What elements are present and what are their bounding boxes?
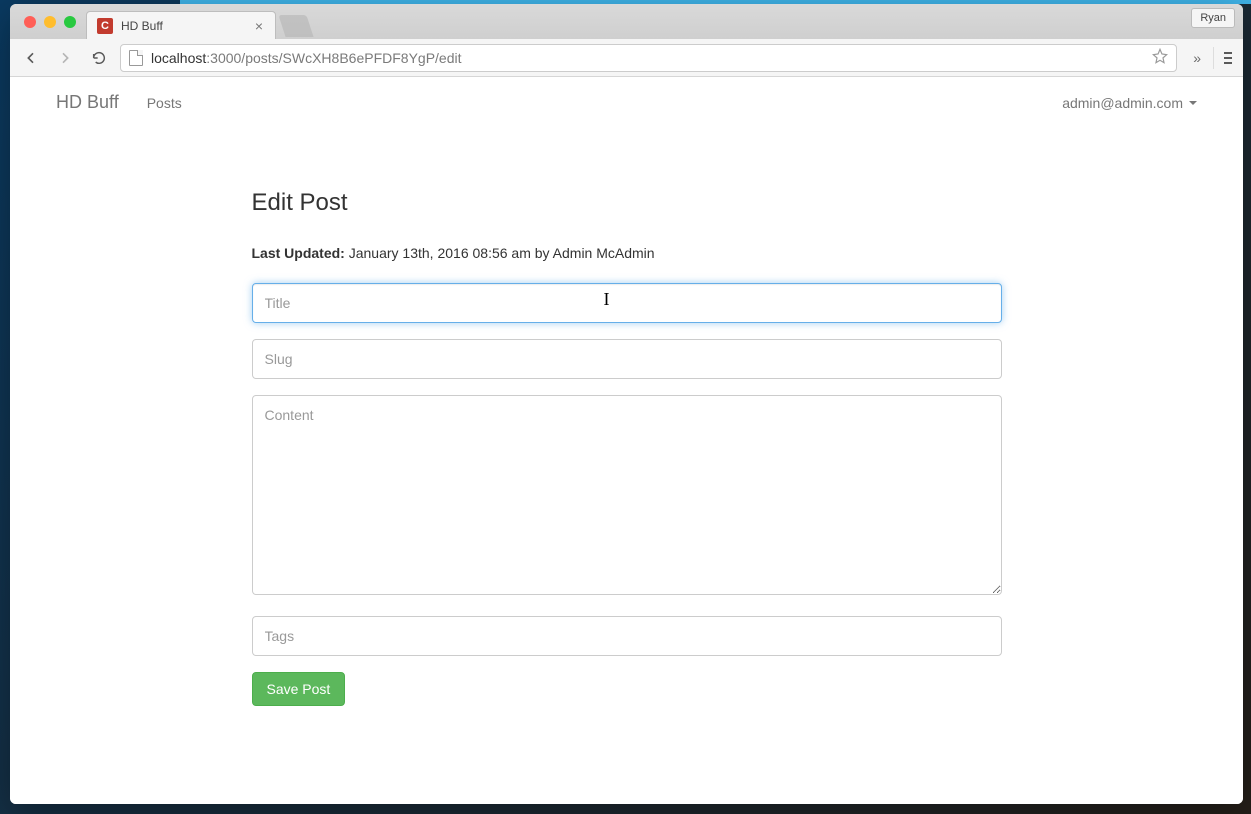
forward-button[interactable]	[52, 45, 78, 71]
close-tab-button[interactable]: ×	[253, 19, 265, 33]
minimize-window-button[interactable]	[44, 16, 56, 28]
close-window-button[interactable]	[24, 16, 36, 28]
last-updated-value: January 13th, 2016 08:56 am by Admin McA…	[345, 245, 655, 261]
page-icon	[129, 50, 143, 66]
user-email: admin@admin.com	[1062, 95, 1183, 111]
window-controls	[18, 4, 82, 39]
caret-down-icon	[1189, 101, 1197, 105]
reload-button[interactable]	[86, 45, 112, 71]
browser-tab[interactable]: C HD Buff ×	[86, 11, 276, 39]
page-viewport: HD Buff Posts admin@admin.com Edit Post …	[10, 77, 1243, 804]
app-navbar: HD Buff Posts admin@admin.com	[10, 77, 1243, 129]
main-content: Edit Post Last Updated: January 13th, 20…	[252, 129, 1002, 746]
slug-input[interactable]	[252, 339, 1002, 379]
favicon-icon: C	[97, 18, 113, 34]
browser-toolbar: localhost:3000/posts/SWcXH8B6ePFDF8YgP/e…	[10, 39, 1243, 77]
url-host: localhost	[151, 50, 206, 66]
tags-input[interactable]	[252, 616, 1002, 656]
page-title: Edit Post	[252, 189, 1002, 217]
url-path: :3000/posts/SWcXH8B6ePFDF8YgP/edit	[206, 50, 461, 66]
browser-menu-button[interactable]	[1213, 47, 1235, 69]
address-bar[interactable]: localhost:3000/posts/SWcXH8B6ePFDF8YgP/e…	[120, 44, 1177, 72]
save-post-button[interactable]: Save Post	[252, 672, 346, 706]
browser-profile-chip[interactable]: Ryan	[1191, 8, 1235, 28]
maximize-window-button[interactable]	[64, 16, 76, 28]
content-textarea[interactable]	[252, 395, 1002, 595]
browser-window: C HD Buff × Ryan localhost:3000/posts/SW…	[10, 4, 1243, 804]
back-button[interactable]	[18, 45, 44, 71]
tab-title: HD Buff	[121, 19, 163, 33]
bookmark-star-icon[interactable]	[1152, 48, 1168, 67]
toolbar-right: »	[1185, 47, 1235, 69]
browser-tab-bar: C HD Buff × Ryan	[10, 4, 1243, 39]
last-updated-line: Last Updated: January 13th, 2016 08:56 a…	[252, 245, 1002, 261]
nav-link-posts[interactable]: Posts	[133, 95, 196, 111]
overflow-extensions-button[interactable]: »	[1189, 50, 1205, 66]
new-tab-button[interactable]	[278, 15, 313, 37]
user-menu-dropdown[interactable]: admin@admin.com	[1062, 95, 1197, 111]
app-brand[interactable]: HD Buff	[26, 92, 133, 113]
title-input[interactable]	[252, 283, 1002, 323]
last-updated-label: Last Updated:	[252, 245, 345, 261]
